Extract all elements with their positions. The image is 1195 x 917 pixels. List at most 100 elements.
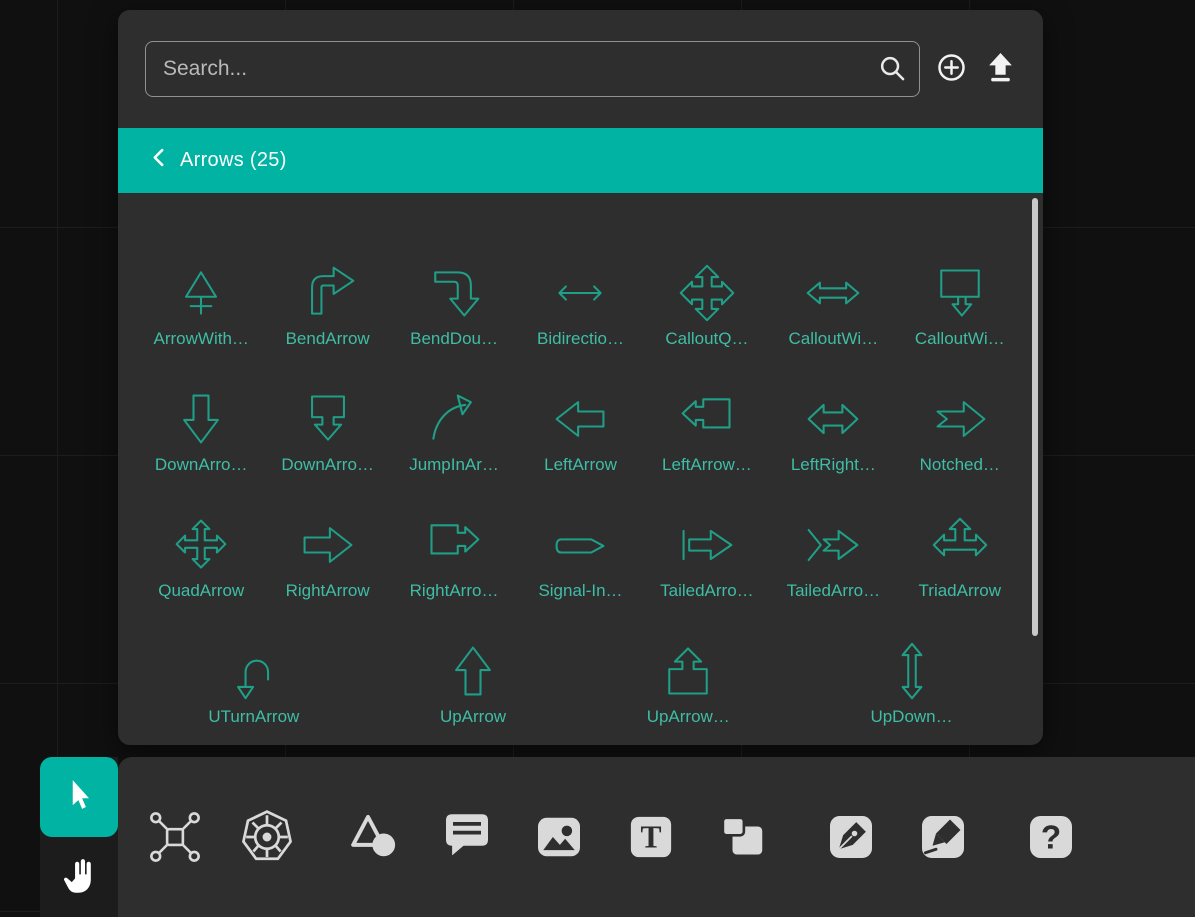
shape-item[interactable]: RightArrow [264,475,390,601]
shape-item[interactable]: JumpInAr… [391,349,517,475]
shape-item[interactable]: UTurnArrow [208,601,299,727]
shape-label: Signal-In… [538,581,622,601]
shape-item[interactable]: CalloutWi… [897,223,1023,349]
tool-image-button[interactable] [530,808,588,866]
shape-label: LeftArrow [544,455,617,475]
notched-right-arrow-icon [930,389,990,449]
shape-item[interactable]: TailedArro… [770,475,896,601]
pointer-icon [59,777,99,817]
shape-label: QuadArrow [158,581,244,601]
category-header-arrows[interactable]: Arrows (25) [118,128,1043,193]
shape-library-panel: Arrows (25) ArrowWith… BendArrow BendDou… B… [118,10,1043,745]
svg-text:?: ? [1041,819,1061,856]
add-library-button[interactable] [937,41,966,97]
tool-draw-button[interactable] [822,808,880,866]
upload-library-button[interactable] [986,41,1015,97]
shape-item[interactable]: BendDou… [391,223,517,349]
comment-icon [439,809,495,865]
shape-label: UpArrow [440,707,506,727]
shape-label: DownArro… [281,455,374,475]
shape-label: Bidirectio… [537,329,624,349]
network-icon [147,809,203,865]
tool-helm-button[interactable] [238,808,296,866]
shape-item[interactable]: QuadArrow [138,475,264,601]
tool-text-button[interactable]: T [622,808,680,866]
shape-label: BendArrow [286,329,370,349]
shape-label: RightArro… [410,581,499,601]
shape-item[interactable]: Signal-In… [517,475,643,601]
left-arrow-callout-icon [677,389,737,449]
callout-down-arrow-icon [930,263,990,323]
category-title: Arrows (25) [180,149,287,172]
library-search-row [118,10,1043,97]
cursor-mode-toolbar [40,757,118,917]
shape-grid-area: ArrowWith… BendArrow BendDou… Bidirectio… Ca… [118,193,1043,727]
highlighter-icon [915,809,971,865]
panel-scrollbar[interactable] [1032,198,1038,636]
shape-item[interactable]: DownArro… [138,349,264,475]
shape-label: UTurnArrow [208,707,299,727]
question-icon: ? [1023,809,1079,865]
shape-grid-last-row: UTurnArrow UpArrow UpArrow… UpDown… [138,601,1023,727]
down-arrow-callout-icon [298,389,358,449]
shape-label: UpArrow… [647,707,730,727]
plus-circle-icon [937,53,966,85]
tool-note-button[interactable] [714,808,772,866]
right-arrow-callout-icon [424,515,484,575]
shape-item[interactable]: DownArro… [264,349,390,475]
up-arrow-callout-icon [658,641,718,701]
shape-label: TailedArro… [660,581,754,601]
shape-item[interactable]: LeftArrow… [644,349,770,475]
shape-item[interactable]: UpArrow… [647,601,730,727]
shape-item[interactable]: ArrowWith… [138,223,264,349]
back-chevron-icon [152,148,165,173]
shape-label: LeftArrow… [662,455,752,475]
shape-item[interactable]: UpDown… [870,601,952,727]
left-right-arrow-icon [803,389,863,449]
tool-select-button[interactable] [40,757,118,837]
right-arrow-icon [298,515,358,575]
tool-pan-button[interactable] [40,837,118,917]
helm-wheel-icon [238,808,296,866]
tool-comment-button[interactable] [438,808,496,866]
shape-item[interactable]: UpArrow [440,601,506,727]
search-input[interactable] [145,41,920,97]
tool-help-button[interactable]: ? [1022,808,1080,866]
shape-label: LeftRight… [791,455,876,475]
shape-label: UpDown… [870,707,952,727]
u-turn-arrow-icon [224,641,284,701]
jump-in-arrow-icon [424,389,484,449]
shape-item[interactable]: CalloutQ… [644,223,770,349]
shape-label: DownArro… [155,455,248,475]
shape-label: TailedArro… [787,581,881,601]
hand-icon [58,856,100,898]
callout-left-right-arrow-icon [803,263,863,323]
up-arrow-icon [443,641,503,701]
shape-item[interactable]: LeftArrow [517,349,643,475]
tool-architecture-button[interactable] [146,808,204,866]
tool-highlight-button[interactable] [914,808,972,866]
shape-item[interactable]: TriadArrow [897,475,1023,601]
shape-item[interactable]: Notched… [897,349,1023,475]
left-arrow-icon [550,389,610,449]
arrow-with-stem-icon [171,263,231,323]
bend-double-arrow-icon [424,263,484,323]
text-icon: T [623,809,679,865]
search-box [145,41,920,97]
shape-item[interactable]: LeftRight… [770,349,896,475]
shape-label: TriadArrow [919,581,1002,601]
shape-item[interactable]: Bidirectio… [517,223,643,349]
shape-item[interactable]: CalloutWi… [770,223,896,349]
bidirectional-arrow-icon [550,263,610,323]
callout-quad-arrow-icon [677,263,737,323]
shape-item[interactable]: BendArrow [264,223,390,349]
shape-label: BendDou… [410,329,498,349]
shape-label: CalloutQ… [665,329,748,349]
shape-item[interactable]: RightArro… [391,475,517,601]
shape-item[interactable]: TailedArro… [644,475,770,601]
tool-shapes-button[interactable] [346,808,404,866]
note-icon [715,809,771,865]
signal-in-icon [550,515,610,575]
shape-label: JumpInAr… [409,455,499,475]
down-arrow-icon [171,389,231,449]
